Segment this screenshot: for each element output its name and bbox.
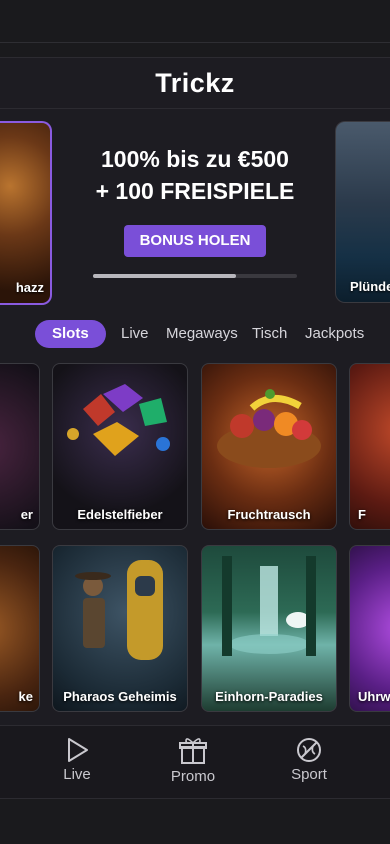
promo-subline: + 100 FREISPIELE bbox=[95, 178, 295, 204]
play-icon bbox=[68, 738, 88, 762]
nav-sport-label: Sport bbox=[291, 766, 327, 783]
game-card[interactable]: F bbox=[349, 363, 390, 530]
game-title: er bbox=[20, 507, 33, 522]
status-bar bbox=[0, 0, 390, 43]
app-title: Trickz bbox=[155, 67, 235, 98]
banner-progress-fill bbox=[93, 274, 236, 278]
nav-live[interactable]: Live bbox=[17, 726, 137, 798]
nav-promo[interactable]: Promo bbox=[133, 726, 253, 798]
banner-game-label-right: Plünde bbox=[350, 279, 390, 294]
game-title: Fruchtrausch bbox=[227, 507, 311, 522]
tab-tisch[interactable]: Tisch bbox=[252, 320, 287, 348]
app-header: Trickz bbox=[0, 58, 390, 109]
banner-progress bbox=[93, 274, 297, 278]
game-card[interactable]: Fruchtrausch bbox=[201, 363, 337, 530]
category-tabs: Slots Live Megaways Tisch Jackpots bbox=[0, 320, 390, 354]
game-title: ke bbox=[18, 689, 33, 704]
banner-game-card-right[interactable]: Plünde bbox=[335, 121, 390, 303]
game-title: Uhrw bbox=[358, 689, 390, 704]
tab-megaways[interactable]: Megaways bbox=[166, 320, 238, 348]
banner-game-label-left: hazz bbox=[15, 280, 44, 295]
banner-game-card-left[interactable]: hazz bbox=[0, 121, 52, 305]
nav-promo-label: Promo bbox=[170, 768, 216, 785]
game-card[interactable]: er bbox=[0, 363, 40, 530]
promo-content: 100% bis zu €500 + 100 FREISPIELE BONUS … bbox=[70, 143, 320, 257]
pharaoh-artwork bbox=[75, 560, 163, 660]
game-card[interactable]: Einhorn-Paradies bbox=[201, 545, 337, 712]
game-grid: er Edelstelfieber Fruchtrausch F ke Phar… bbox=[0, 363, 390, 723]
tab-live[interactable]: Live bbox=[121, 320, 149, 348]
game-card[interactable]: Uhrw bbox=[349, 545, 390, 712]
nav-sport[interactable]: Sport bbox=[249, 726, 369, 798]
game-card[interactable]: Pharaos Geheimis bbox=[52, 545, 188, 712]
gems-artwork bbox=[67, 384, 170, 456]
nav-live-label: Live bbox=[63, 766, 91, 783]
game-title: Pharaos Geheimis bbox=[63, 689, 177, 704]
tab-jackpots[interactable]: Jackpots bbox=[305, 320, 364, 348]
ball-icon bbox=[297, 738, 321, 762]
game-title: F bbox=[358, 507, 366, 522]
unicorn-artwork bbox=[222, 556, 316, 656]
gift-icon bbox=[179, 738, 207, 764]
tab-slots[interactable]: Slots bbox=[35, 320, 106, 348]
app-frame: Trickz hazz 100% bis zu €500 + 100 FREIS… bbox=[0, 57, 390, 799]
bonus-button[interactable]: BONUS HOLEN bbox=[123, 225, 267, 257]
bottom-nav: Live Promo Sport bbox=[0, 725, 390, 798]
promo-headline: 100% bis zu €500 bbox=[101, 146, 289, 172]
game-card[interactable]: ke bbox=[0, 545, 40, 712]
game-card[interactable]: Edelstelfieber bbox=[52, 363, 188, 530]
fruit-bowl-artwork bbox=[217, 389, 321, 468]
game-title: Einhorn-Paradies bbox=[215, 689, 323, 704]
game-title: Edelstelfieber bbox=[77, 507, 163, 522]
